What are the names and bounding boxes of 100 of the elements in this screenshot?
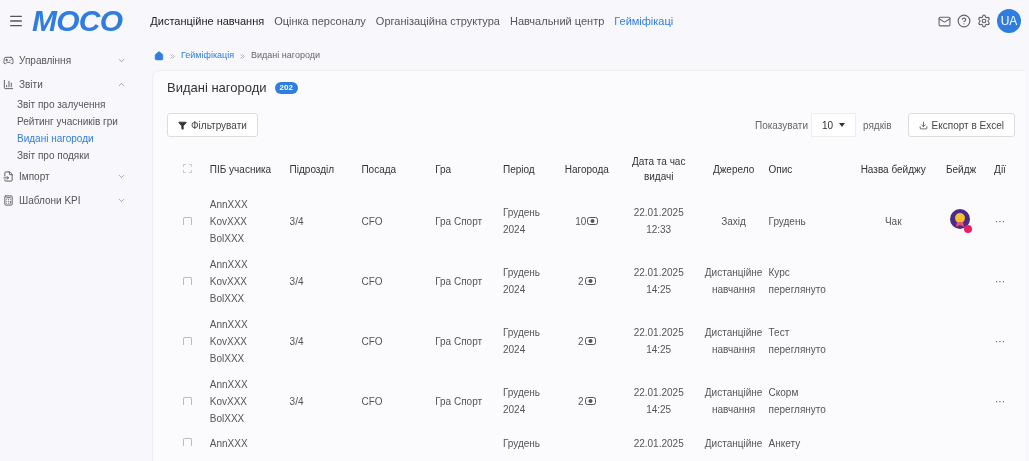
table-cell: Грудень 2024 (502, 327, 541, 355)
table-cell: Дистанційне (704, 438, 763, 449)
nav-link[interactable]: Гейміфікаці (614, 12, 674, 30)
table-cell: Грудень 2024 (502, 267, 541, 295)
table-cell: CFO (361, 275, 383, 287)
checkbox[interactable] (183, 438, 193, 446)
coin-icon (584, 277, 596, 285)
help-icon[interactable] (957, 14, 971, 28)
table-cell-text: 22.01.2025 14:25 (632, 266, 685, 297)
more-button[interactable]: ··· (995, 335, 1005, 347)
column-header: Підрозділ (288, 162, 336, 177)
table-cell: 3/4 (289, 215, 304, 227)
table-cell-text: 22.01.2025 12:33 (632, 206, 685, 237)
medal-icon (949, 208, 974, 234)
table-cell-text: 22.01.2025 (632, 437, 685, 451)
export-button[interactable]: Експорт в Excel (907, 113, 1015, 137)
page-size-select[interactable]: 10 (811, 113, 856, 137)
table-cell-text: AnnXXX KovXXX BolXXX (209, 257, 249, 306)
column-header: ПІБ учасника (208, 162, 273, 177)
show-label: Показувати (755, 118, 808, 133)
checkbox[interactable] (183, 336, 193, 345)
table-cell: Дистанційне навчання (704, 267, 763, 295)
logo: MOCO (32, 6, 123, 36)
menu-icon[interactable] (8, 13, 24, 29)
table-cell: Грудень 2024 (502, 387, 541, 415)
table-cell: Грудень 2024 (502, 207, 541, 235)
table-cell: Грудень (768, 215, 806, 227)
mail-icon[interactable] (938, 14, 951, 28)
sidebar-subitem[interactable]: Рейтинг учасників гри (0, 113, 140, 130)
checkbox[interactable] (183, 216, 193, 225)
table-cell: Гра Спорт (435, 215, 483, 227)
table-cell: Гра Спорт (435, 275, 483, 287)
count-badge: 202 (274, 82, 298, 94)
sidebar-item[interactable]: Управління (0, 48, 140, 72)
checkbox[interactable] (183, 163, 193, 173)
checkbox[interactable] (183, 276, 193, 285)
table-cell-text: AnnXXX (209, 437, 249, 451)
column-header: Дії (993, 162, 1007, 177)
table-cell: CFO (361, 215, 383, 227)
reward-value: 2 (578, 393, 596, 409)
table-cell-text: AnnXXX KovXXX BolXXX (209, 197, 249, 246)
download-icon (918, 120, 928, 130)
more-button[interactable]: ··· (995, 275, 1005, 287)
reward-value: 10 (575, 213, 599, 229)
sidebar-subitem[interactable]: Видані нагороди (0, 130, 140, 147)
column-header: Період (501, 162, 536, 177)
table-cell: Скорм переглянуто (768, 387, 826, 415)
sidebar-item[interactable]: Імпорт (0, 164, 140, 188)
sidebar-subitem[interactable]: Звіт про залучення (0, 96, 140, 113)
table-cell: Дистанційне навчання (704, 387, 763, 415)
column-header: Опис (767, 162, 794, 177)
sidebar-item-icon (3, 170, 14, 182)
column-header: Гра (434, 162, 453, 177)
settings-icon[interactable] (977, 14, 991, 28)
column-header: Джерело (711, 162, 756, 177)
column-header: Бейдж (944, 162, 978, 177)
table-cell: Анкету (768, 438, 801, 449)
more-button[interactable]: ··· (995, 215, 1005, 227)
column-header: Нагорода (563, 162, 610, 177)
home-icon[interactable] (154, 51, 164, 61)
column-header: Посада (360, 162, 398, 177)
table-cell: 3/4 (289, 335, 304, 347)
page-title: Видані нагороди (167, 79, 267, 98)
reward-value: 2 (578, 273, 596, 289)
separator-icon (240, 53, 246, 59)
filter-icon (178, 120, 187, 130)
sidebar-subitem[interactable]: Звіт про подяки (0, 147, 140, 164)
table-cell: 3/4 (289, 395, 304, 407)
filter-button[interactable]: Фільтрувати (167, 113, 258, 137)
table-cell: CFO (361, 395, 383, 407)
avatar[interactable]: UA (997, 9, 1021, 33)
table-cell: Захід (721, 215, 746, 227)
table-cell: Курс переглянуто (768, 267, 826, 295)
caret-icon (839, 123, 845, 127)
nav-link[interactable]: Організаційна структура (375, 12, 500, 30)
table-cell: Дистанційне навчання (704, 327, 763, 355)
table-cell-text: 22.01.2025 14:25 (632, 386, 685, 417)
sidebar-item[interactable]: Шаблони KPI (0, 188, 140, 212)
sidebar-item[interactable]: Звіти (0, 72, 140, 96)
sidebar-item-icon (3, 54, 14, 66)
table-cell: Тест переглянуто (768, 327, 826, 355)
column-header: Назва бейджу (859, 162, 927, 177)
separator-icon (170, 53, 175, 59)
checkbox[interactable] (183, 396, 193, 405)
more-button[interactable]: ··· (995, 395, 1005, 407)
nav-link[interactable]: Дистанційне навчання (150, 12, 265, 30)
table-cell: 3/4 (289, 275, 304, 287)
nav-link[interactable]: Навчальний центр (509, 12, 605, 30)
breadcrumb-link[interactable]: Видані нагороди (251, 49, 320, 63)
coin-icon (587, 217, 599, 225)
nav-link[interactable]: Оцінка персоналу (274, 12, 366, 30)
breadcrumb-link[interactable]: Гейміфікація (181, 49, 235, 63)
reward-value: 2 (578, 333, 596, 349)
table-cell-text: 22.01.2025 14:25 (632, 326, 685, 357)
coin-icon (584, 397, 596, 405)
sidebar-item-icon (3, 194, 14, 206)
table-cell: Гра Спорт (435, 335, 483, 347)
table-cell: Гра Спорт (435, 395, 483, 407)
table-cell: CFO (361, 335, 383, 347)
sidebar-item-icon (3, 78, 14, 90)
